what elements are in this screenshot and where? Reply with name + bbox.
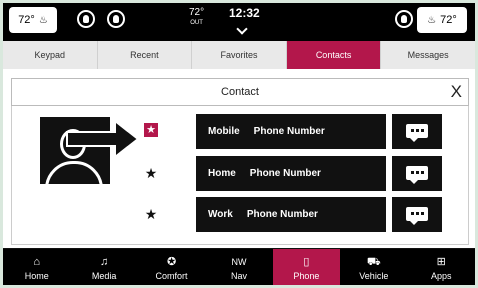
nav-label: Comfort (155, 271, 188, 281)
call-work-button[interactable]: Work Phone Number (196, 197, 386, 232)
tab-contacts[interactable]: Contacts (286, 41, 382, 69)
nav-phone[interactable]: ▯ Phone (272, 249, 341, 285)
contact-title: Contact (221, 86, 259, 98)
favorite-star-icon[interactable]: ★ (144, 207, 158, 221)
chevron-down-icon[interactable] (236, 23, 248, 35)
message-icon (406, 166, 428, 184)
driver-profile-icon[interactable] (77, 10, 95, 28)
voice-icon[interactable] (395, 10, 413, 28)
nav-label: Phone (293, 271, 320, 281)
car-icon: ⛟ (366, 256, 381, 268)
outside-temp-label: OUT (190, 20, 203, 26)
passenger-temp: 72° (440, 14, 457, 26)
nav-nav[interactable]: NW Nav (205, 249, 272, 285)
call-mobile-button[interactable]: Mobile Phone Number (196, 114, 386, 149)
tab-recent[interactable]: Recent (98, 41, 193, 69)
nav-label: Vehicle (359, 271, 389, 281)
nav-label: Media (91, 271, 117, 281)
status-bar: 72° ♨ 72° OUT 12:32 ♨ 72° (3, 3, 475, 41)
close-icon[interactable]: X (451, 81, 462, 103)
infotainment-screen: 72° ♨ 72° OUT 12:32 ♨ 72° Keypad Recent … (3, 3, 475, 285)
contact-header: Contact X (11, 78, 469, 106)
compass-icon: NW (231, 257, 247, 267)
seat-heat-icon: ♨ (38, 14, 48, 26)
phone-type-label: Home (208, 168, 236, 179)
driver-temp: 72° (18, 14, 35, 26)
outside-temp-value: 72° (189, 7, 205, 18)
message-icon (406, 207, 428, 225)
passenger-climate-button[interactable]: ♨ 72° (417, 7, 467, 33)
clock: 12:32 (229, 6, 260, 20)
nav-label: Apps (430, 271, 452, 281)
favorite-star-icon[interactable]: ★ (144, 123, 158, 137)
nav-media[interactable]: ♫ Media (70, 249, 137, 285)
phone-type-label: Mobile (208, 126, 240, 137)
favorite-star-icon[interactable]: ★ (144, 166, 158, 180)
nav-comfort[interactable]: ✪ Comfort (138, 249, 205, 285)
message-icon (406, 124, 428, 142)
home-icon: ⌂ (33, 256, 41, 268)
phone-number-label: Phone Number (253, 126, 325, 137)
apps-grid-icon: ⊞ (436, 256, 446, 268)
tab-messages[interactable]: Messages (381, 41, 475, 69)
phone-tabs: Keypad Recent Favorites Contacts Message… (3, 41, 475, 69)
nav-home[interactable]: ⌂ Home (3, 249, 70, 285)
contact-panel: Contact X ★ ★ ★ Mobile Phone Number Home… (3, 69, 475, 248)
phone-type-label: Work (208, 209, 233, 220)
tab-keypad[interactable]: Keypad (3, 41, 98, 69)
nav-vehicle[interactable]: ⛟ Vehicle (340, 249, 407, 285)
seat-heat-icon: ♨ (427, 14, 437, 26)
phone-icon: ▯ (303, 256, 310, 268)
music-note-icon: ♫ (100, 256, 109, 268)
phone-number-label: Phone Number (246, 209, 318, 220)
nav-label: Home (24, 271, 49, 281)
nav-label: Nav (230, 271, 247, 281)
call-home-button[interactable]: Home Phone Number (196, 156, 386, 191)
nav-apps[interactable]: ⊞ Apps (408, 249, 475, 285)
message-mobile-button[interactable] (392, 114, 442, 149)
seat-icon: ✪ (166, 256, 177, 268)
message-home-button[interactable] (392, 156, 442, 191)
callout-arrow-icon (66, 119, 140, 159)
bottom-nav: ⌂ Home ♫ Media ✪ Comfort NW Nav ▯ Phone … (3, 249, 475, 285)
phone-number-label: Phone Number (249, 168, 321, 179)
message-work-button[interactable] (392, 197, 442, 232)
tab-favorites[interactable]: Favorites (192, 41, 287, 69)
driver-climate-button[interactable]: 72° ♨ (9, 7, 57, 33)
outside-temp: 72° OUT (189, 7, 204, 29)
notifications-icon[interactable] (107, 10, 125, 28)
